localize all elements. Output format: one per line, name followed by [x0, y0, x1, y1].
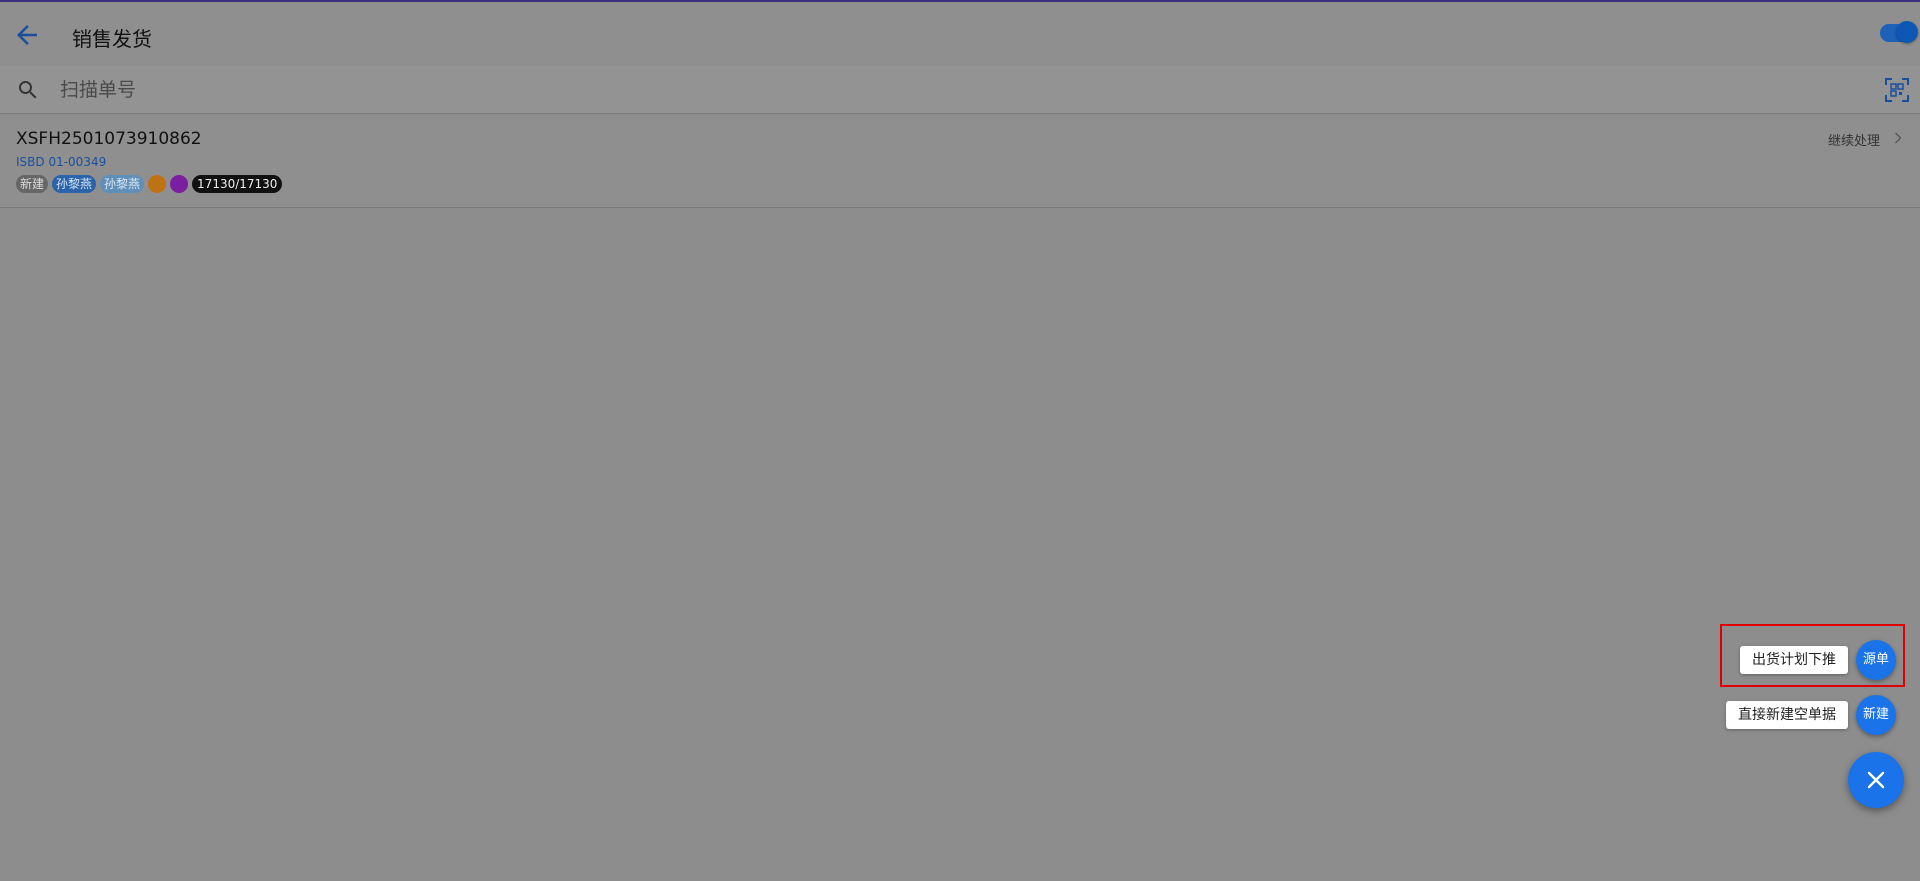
- source-number: ISBD 01-00349: [16, 155, 107, 169]
- push-from-shipping-plan-label[interactable]: 出货计划下推: [1740, 646, 1848, 674]
- back-button[interactable]: [12, 20, 42, 50]
- page-title: 销售发货: [72, 27, 152, 51]
- scan-number-input[interactable]: [60, 72, 1840, 108]
- close-icon: [1867, 771, 1885, 789]
- scan-button[interactable]: [1884, 77, 1910, 103]
- chevron-right-icon: [1895, 132, 1902, 144]
- app-header: 销售发货: [0, 2, 1920, 64]
- search-icon: [19, 81, 37, 99]
- close-fab-button[interactable]: [1848, 752, 1904, 808]
- header-toggle[interactable]: [1880, 21, 1918, 43]
- tag-row: 新建 孙黎燕 孙黎燕 17130/17130: [16, 175, 283, 193]
- new-document-button[interactable]: 新建: [1856, 695, 1896, 735]
- status-dot-purple: [170, 175, 189, 193]
- search-bar: [0, 66, 1920, 114]
- continue-processing-link[interactable]: 继续处理: [1828, 130, 1880, 149]
- user-badge: 孙黎燕: [52, 175, 97, 193]
- user-badge-secondary: 孙黎燕: [100, 175, 145, 193]
- document-number: XSFH2501073910862: [16, 129, 202, 149]
- source-document-button[interactable]: 源单: [1856, 640, 1896, 680]
- quantity-badge: 17130/17130: [192, 175, 283, 193]
- page: 销售发货 XSFH2501073910862 ISBD 01-00349 新建 …: [0, 0, 1920, 881]
- status-dot-orange: [148, 175, 167, 193]
- status-badge: 新建: [16, 175, 49, 193]
- list-item[interactable]: XSFH2501073910862 ISBD 01-00349 新建 孙黎燕 孙…: [0, 118, 1920, 208]
- toggle-knob: [1896, 21, 1918, 43]
- arrow-left-icon: [17, 25, 37, 45]
- create-empty-document-label[interactable]: 直接新建空单据: [1726, 701, 1848, 729]
- qr-scan-icon: [1885, 78, 1909, 102]
